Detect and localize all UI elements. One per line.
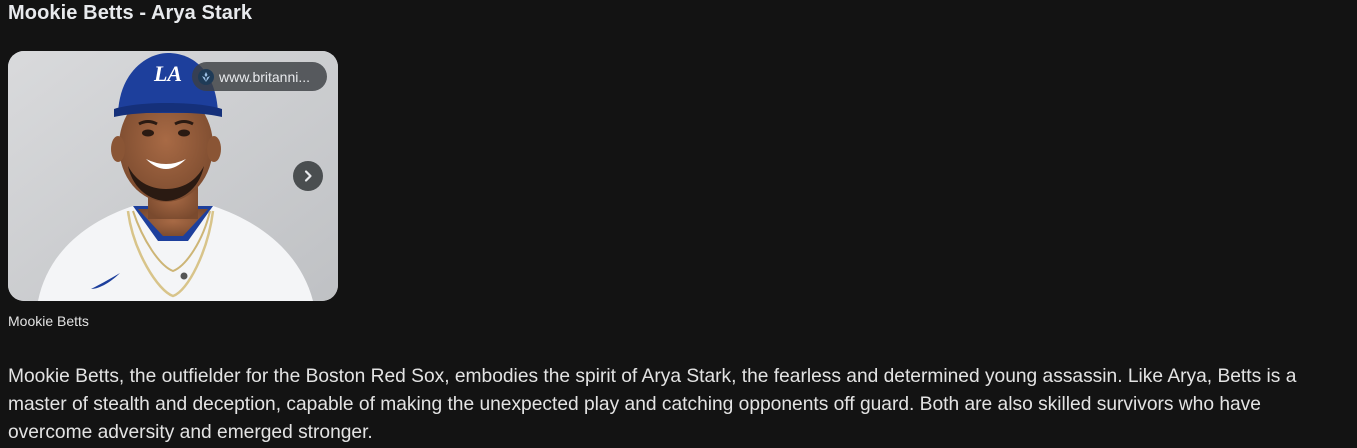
image-card[interactable]: LA www.britanni...	[8, 51, 338, 301]
body-paragraph: Mookie Betts, the outfielder for the Bos…	[8, 366, 1297, 443]
dodgers-cap-logo: LA	[153, 61, 182, 86]
page: Mookie Betts - Arya Stark LA www.britann…	[0, 0, 1357, 448]
britannica-thistle-icon	[198, 68, 214, 85]
chevron-right-icon	[304, 170, 312, 182]
image-source-chip[interactable]: www.britanni...	[192, 62, 327, 91]
image-caption: Mookie Betts	[8, 313, 89, 329]
next-image-button[interactable]	[293, 161, 323, 191]
page-title: Mookie Betts - Arya Stark	[8, 2, 253, 24]
image-source-label: www.britanni...	[219, 68, 311, 85]
